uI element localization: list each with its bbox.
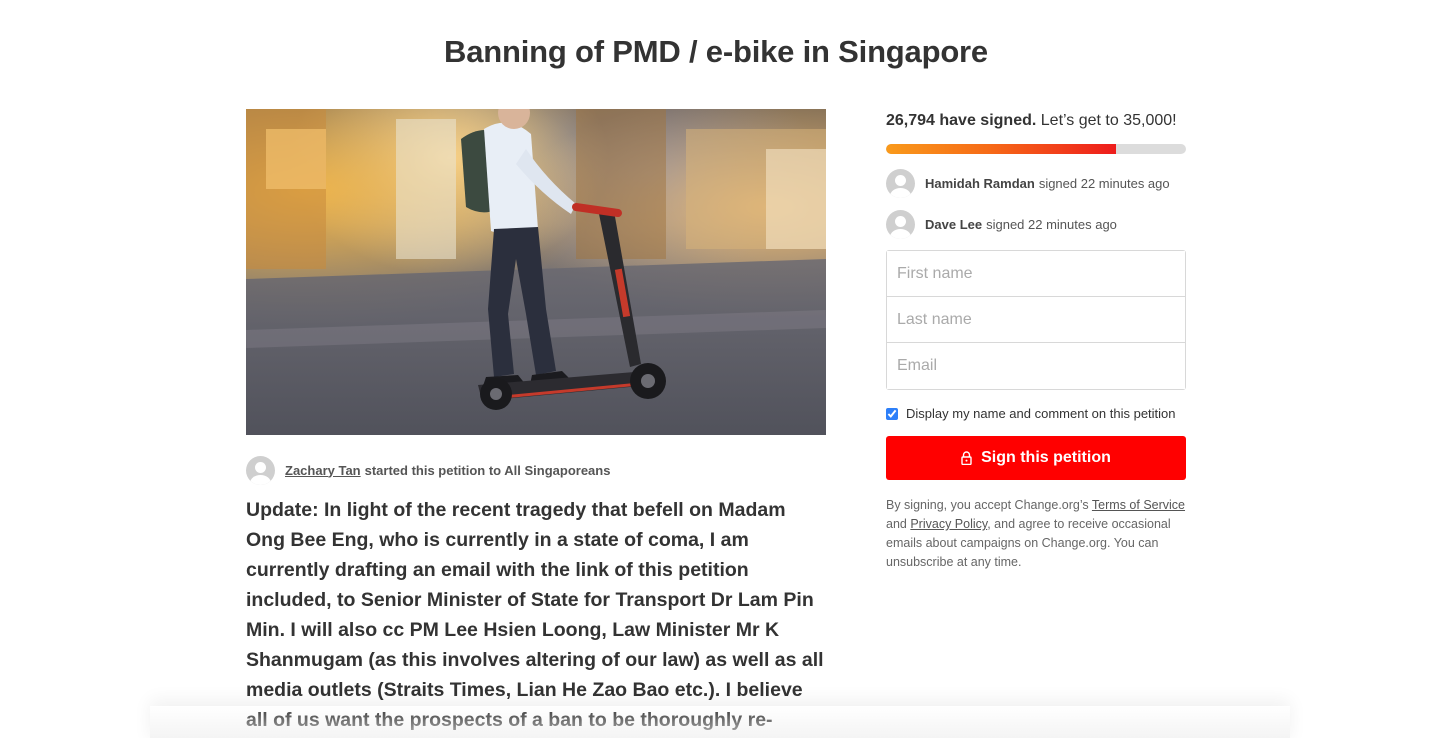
sign-petition-button[interactable]: Sign this petition [886,436,1186,480]
signer-name: Hamidah Ramdan [925,175,1035,191]
starter-name-link[interactable]: Zachary Tan [285,463,361,478]
last-name-field[interactable] [887,297,1185,343]
email-field[interactable] [887,343,1185,389]
signer-action: signed 22 minutes ago [986,216,1117,232]
display-name-option: Display my name and comment on this peti… [886,406,1186,421]
sign-form [886,250,1186,390]
signature-count: 26,794 have signed. Let’s get to 35,000! [886,109,1186,133]
starter-avatar [246,455,275,485]
legal-notice: By signing, you accept Change.org’s Term… [886,496,1186,572]
signer-name: Dave Lee [925,216,983,232]
terms-of-service-link[interactable]: Terms of Service [1092,498,1185,512]
signer-avatar [886,209,915,239]
photo-man-on-e-scooter [246,109,826,435]
progress-fill [886,144,1116,154]
signer-avatar [886,168,915,198]
recent-signer: Dave Lee signed 22 minutes ago [886,209,1186,239]
sign-button-label: Sign this petition [981,449,1111,466]
petition-description: Update: In light of the recent tragedy t… [246,499,824,731]
page-title: Banning of PMD / e-bike in Singapore [444,33,988,69]
legal-prefix: By signing, you accept Change.org’s [886,498,1092,512]
signature-goal: Let’s get to 35,000! [1040,112,1177,129]
display-name-label: Display my name and comment on this peti… [906,406,1176,421]
signed-count: 26,794 have signed. [886,112,1037,129]
recent-signers: Hamidah Ramdan signed 22 minutes ago Dav… [886,168,1186,239]
petition-image [246,109,826,435]
sticky-footer-shadow [150,706,1290,738]
petition-starter: Zachary Tan started this petition to All… [246,455,610,485]
signer-action: signed 22 minutes ago [1038,175,1170,191]
sign-sidebar: 26,794 have signed. Let’s get to 35,000!… [886,109,1186,572]
recent-signer: Hamidah Ramdan signed 22 minutes ago [886,168,1186,198]
display-name-checkbox[interactable] [886,407,898,420]
signature-progress-bar [886,144,1186,154]
starter-suffix: started this petition to All Singaporean… [364,462,611,478]
legal-and: and [886,517,911,531]
lock-icon [961,451,972,465]
petition-page: Banning of PMD / e-bike in Singapore Zac… [0,0,1436,738]
first-name-field[interactable] [887,251,1185,297]
privacy-policy-link[interactable]: Privacy Policy [910,517,987,531]
